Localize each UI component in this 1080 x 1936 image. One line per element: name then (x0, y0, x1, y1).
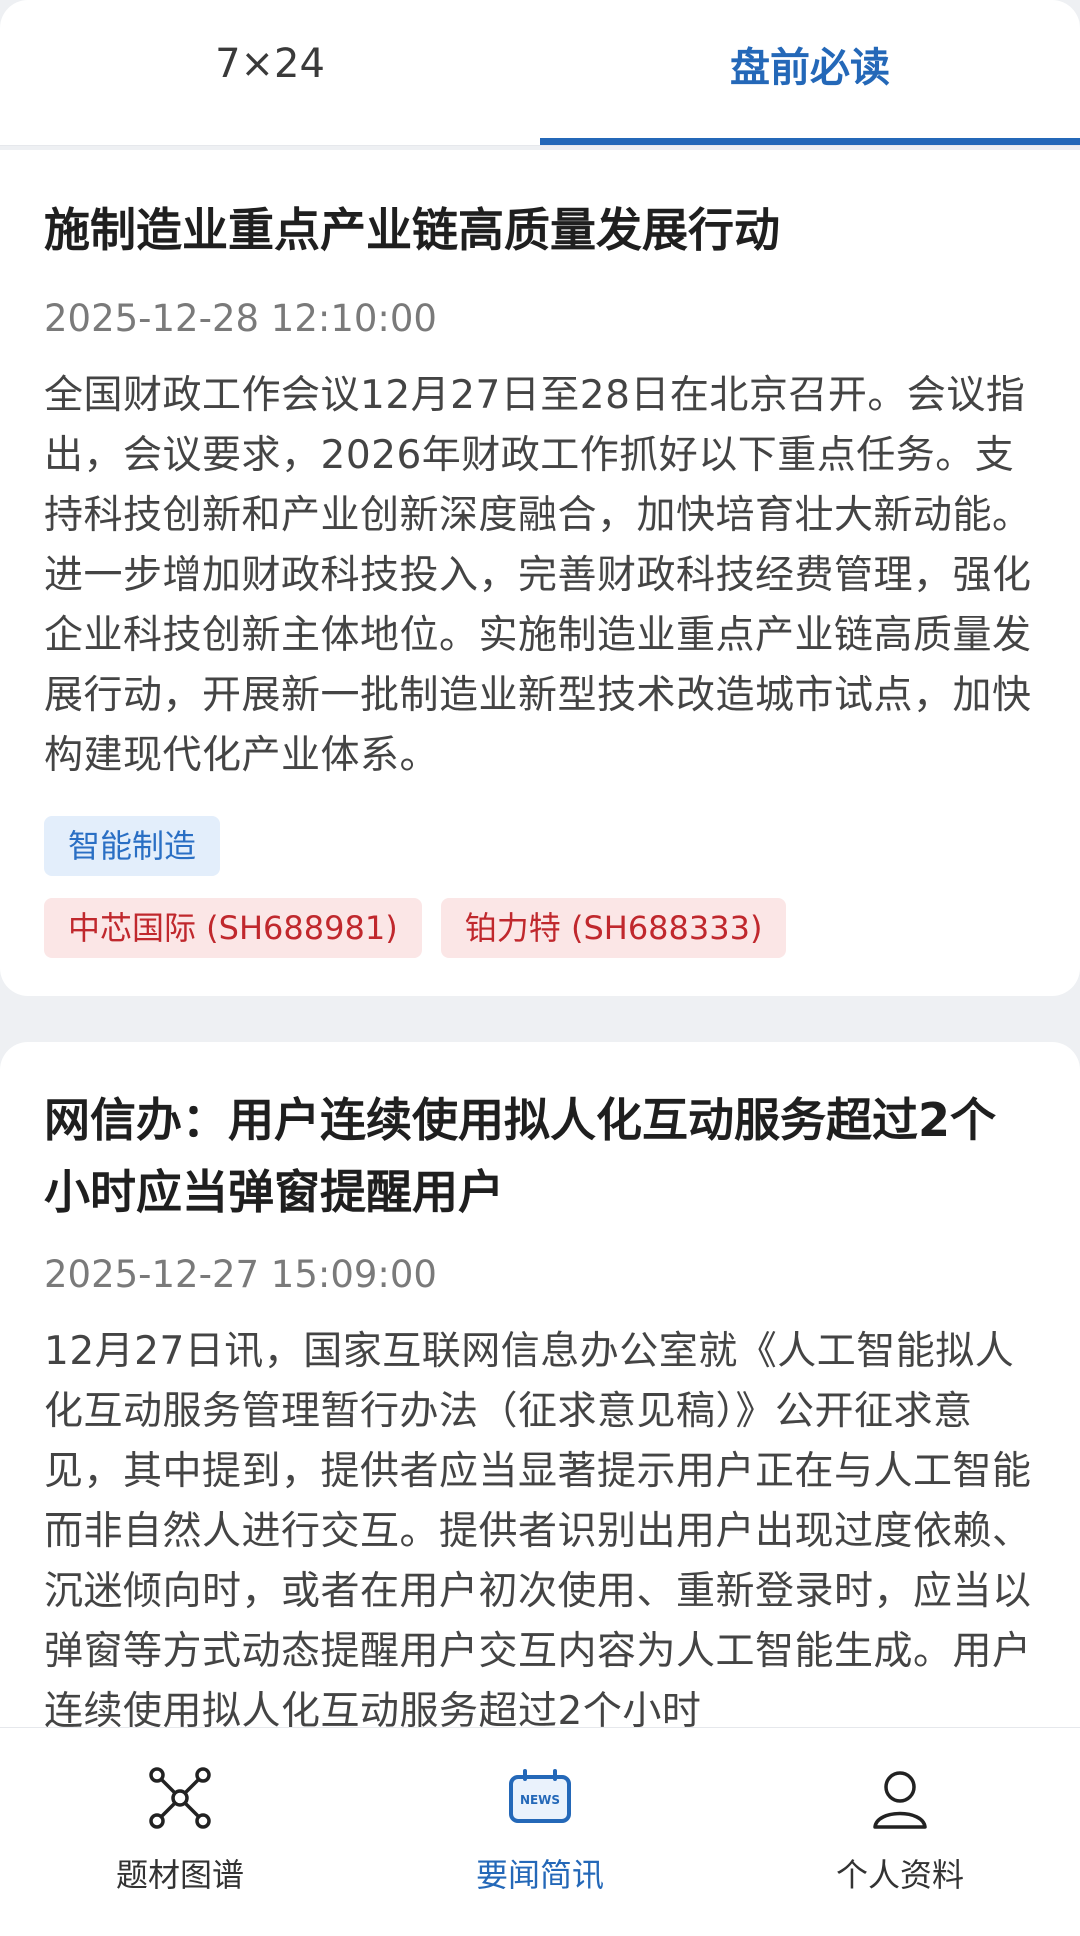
svg-text:NEWS: NEWS (520, 1793, 560, 1807)
news-timestamp: 2025-12-28 12:10:00 (44, 297, 437, 340)
news-title[interactable]: 施制造业重点产业链高质量发展行动 (44, 150, 1036, 266)
graph-network-icon (149, 1767, 211, 1829)
nav-profile[interactable]: 个人资料 (720, 1728, 1080, 1936)
active-tab-indicator (540, 138, 1080, 145)
nav-topic-graph[interactable]: 题材图谱 (0, 1728, 360, 1936)
bottom-navigation: 题材图谱 NEWS 要闻简讯 个人资料 (0, 1727, 1080, 1936)
app-screen: 7×24 盘前必读 施制造业重点产业链高质量发展行动 2025-12-28 12… (0, 0, 1080, 1936)
stock-tag[interactable]: 铂力特 (SH688333) (440, 898, 787, 958)
stock-tags: 中芯国际 (SH688981) 铂力特 (SH688333) (44, 898, 1036, 958)
nav-label: 个人资料 (835, 1856, 964, 1894)
nav-label: 题材图谱 (115, 1856, 244, 1894)
news-body: 12月27日讯，国家互联网信息办公室就《人工智能拟人化互动服务管理暂行办法（征求… (44, 1329, 1032, 1734)
news-card[interactable]: 网信办：用户连续使用拟人化互动服务超过2个小时应当弹窗提醒用户 2025-12-… (0, 1042, 1080, 1742)
nav-label: 要闻简讯 (475, 1856, 604, 1894)
stock-tag[interactable]: 中芯国际 (SH688981) (44, 898, 422, 958)
news-body: 全国财政工作会议12月27日至28日在北京召开。会议指出，会议要求，2026年财… (44, 373, 1032, 778)
news-icon: NEWS (509, 1769, 571, 1823)
news-card[interactable]: 施制造业重点产业链高质量发展行动 2025-12-28 12:10:00 全国财… (0, 150, 1080, 996)
news-timestamp: 2025-12-27 15:09:00 (44, 1253, 437, 1296)
top-tab-bar: 7×24 盘前必读 (0, 0, 1080, 145)
news-title[interactable]: 网信办：用户连续使用拟人化互动服务超过2个小时应当弹窗提醒用户 (44, 1042, 1036, 1228)
nav-news-brief[interactable]: NEWS 要闻简讯 (360, 1728, 720, 1936)
user-icon (873, 1771, 927, 1829)
topic-tag[interactable]: 智能制造 (44, 816, 221, 876)
topic-tags: 智能制造 (44, 816, 1036, 876)
tab-pre-market-reading[interactable]: 盘前必读 (540, 0, 1080, 145)
tab-7x24[interactable]: 7×24 (0, 0, 540, 145)
